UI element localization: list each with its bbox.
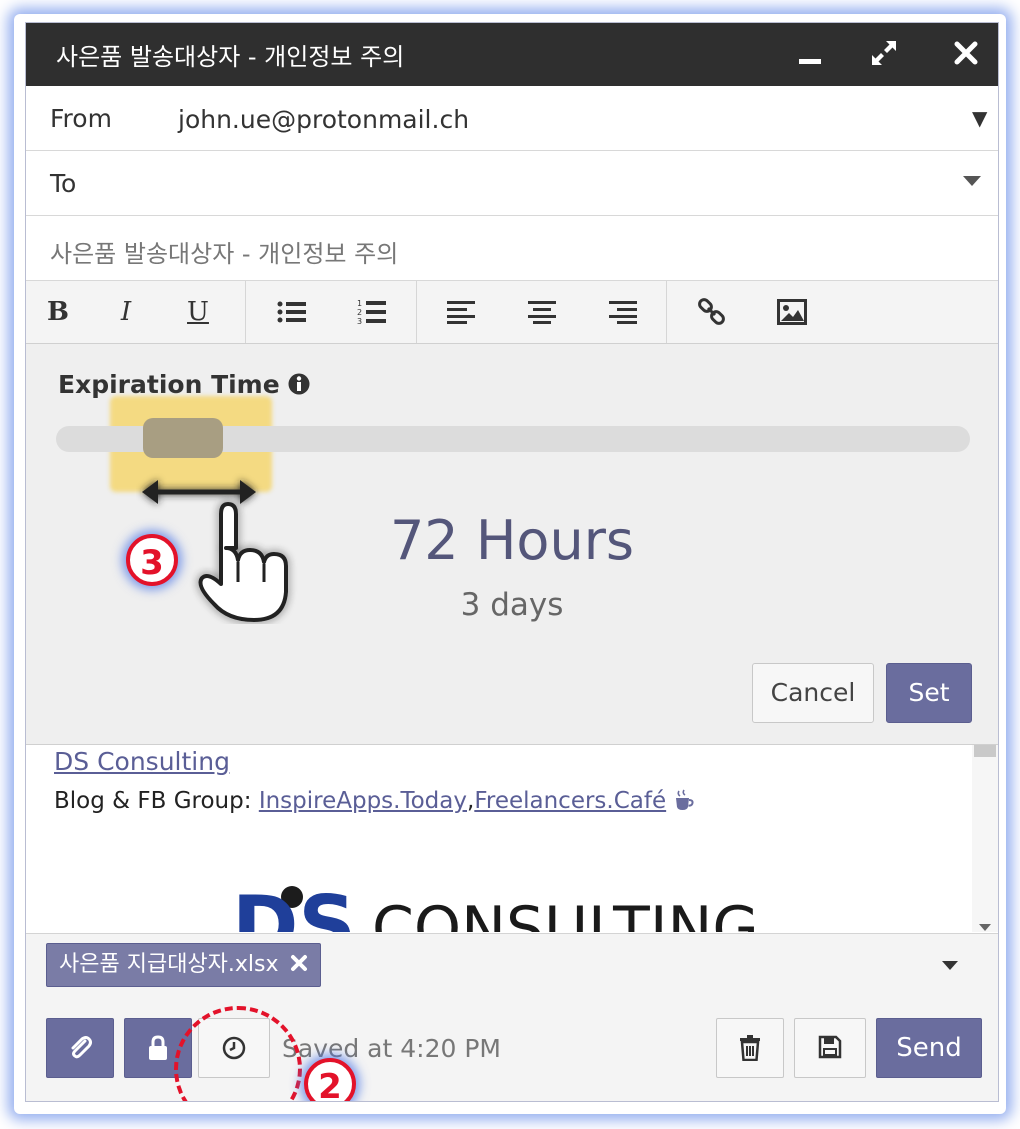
image-icon[interactable] (770, 291, 814, 333)
expand-icon[interactable] (866, 35, 902, 71)
floppy-disk-icon (818, 1035, 842, 1065)
paperclip-icon (67, 1036, 93, 1067)
trash-icon (739, 1035, 761, 1067)
logo-letters: DS (232, 883, 356, 932)
attachment-chip[interactable]: 사은품 지급대상자.xlsx (46, 943, 321, 987)
format-toolbar: B I U 1 2 3 (26, 281, 998, 344)
cancel-button[interactable]: Cancel (752, 663, 874, 723)
remove-attachment-icon[interactable] (290, 945, 308, 987)
toolbar-divider (666, 281, 667, 343)
to-label: To (50, 169, 77, 198)
from-label: From (50, 104, 112, 133)
svg-text:3: 3 (357, 317, 362, 325)
to-row[interactable]: To (26, 151, 998, 216)
to-dropdown-icon[interactable] (962, 169, 982, 193)
attachment-name: 사은품 지급대상자.xlsx (59, 952, 279, 977)
company-link[interactable]: DS Consulting (54, 747, 230, 776)
window-title: 사은품 발송대상자 - 개인정보 주의 (56, 43, 405, 71)
align-center-icon[interactable] (520, 291, 564, 333)
attachments-bar: 사은품 지급대상자.xlsx (26, 933, 998, 999)
close-icon[interactable] (948, 35, 984, 71)
expiration-title-text: Expiration Time (58, 370, 280, 399)
freelancers-link[interactable]: Freelancers.Café (474, 788, 666, 814)
bold-button[interactable]: B (36, 291, 80, 333)
align-right-icon[interactable] (600, 291, 644, 333)
save-draft-button[interactable] (794, 1018, 866, 1078)
svg-text:2: 2 (357, 308, 362, 317)
info-icon[interactable] (288, 372, 310, 401)
blog-prefix: Blog & FB Group: (54, 788, 252, 814)
svg-text:1: 1 (357, 299, 362, 308)
message-body[interactable]: DS Consulting Blog & FB Group: InspireAp… (26, 745, 998, 932)
set-button[interactable]: Set (886, 663, 972, 723)
underline-button[interactable]: U (176, 291, 220, 333)
link-icon[interactable] (690, 291, 734, 333)
logo-text: CONSULTING (372, 894, 759, 932)
expiration-days: 3 days (460, 587, 564, 623)
lock-icon (146, 1035, 170, 1067)
send-button[interactable]: Send (876, 1018, 982, 1078)
toolbar-divider (245, 281, 246, 343)
attachments-toggle-icon[interactable] (940, 958, 960, 977)
step-2-badge: 2 (304, 1058, 356, 1101)
from-dropdown-icon[interactable]: ▼ (972, 106, 987, 130)
title-bar: 사은품 발송대상자 - 개인정보 주의 (26, 23, 998, 86)
company-link-text[interactable]: DS Consulting (54, 747, 230, 776)
subject-input[interactable]: 사은품 발송대상자 - 개인정보 주의 (50, 234, 398, 269)
ds-consulting-logo: DS CONSULTING (232, 879, 792, 932)
expiration-hours: 72 Hours (389, 509, 635, 572)
from-address[interactable]: john.ue@protonmail.ch (178, 105, 469, 134)
scrollbar-thumb[interactable] (974, 745, 996, 757)
inspireapps-link[interactable]: InspireApps.Today (259, 788, 467, 814)
step-2-highlight-ring (174, 1006, 302, 1101)
toolbar-divider (416, 281, 417, 343)
coffee-icon (673, 789, 695, 817)
blog-line: Blog & FB Group: InspireApps.Today,Freel… (54, 788, 695, 817)
compose-footer: Saved at 4:20 PM 2 Send (26, 998, 998, 1101)
align-left-icon[interactable] (440, 291, 484, 333)
compose-window: 사은품 발송대상자 - 개인정보 주의 From john.ue@protonm… (25, 22, 999, 1102)
attach-button[interactable] (46, 1018, 114, 1078)
expiration-panel: Expiration Time 3 72 Hours 3 days Cancel… (26, 344, 998, 745)
expiration-slider-handle[interactable] (143, 418, 223, 458)
italic-button[interactable]: I (104, 291, 148, 333)
discard-button[interactable] (716, 1018, 784, 1078)
numbered-list-icon[interactable]: 1 2 3 (350, 291, 394, 333)
subject-row[interactable]: 사은품 발송대상자 - 개인정보 주의 (26, 216, 998, 281)
body-scrollbar[interactable] (972, 745, 998, 932)
bulleted-list-icon[interactable] (270, 291, 314, 333)
from-row[interactable]: From john.ue@protonmail.ch ▼ (26, 86, 998, 151)
minimize-icon[interactable] (792, 35, 828, 71)
saved-status: Saved at 4:20 PM (282, 1034, 501, 1063)
